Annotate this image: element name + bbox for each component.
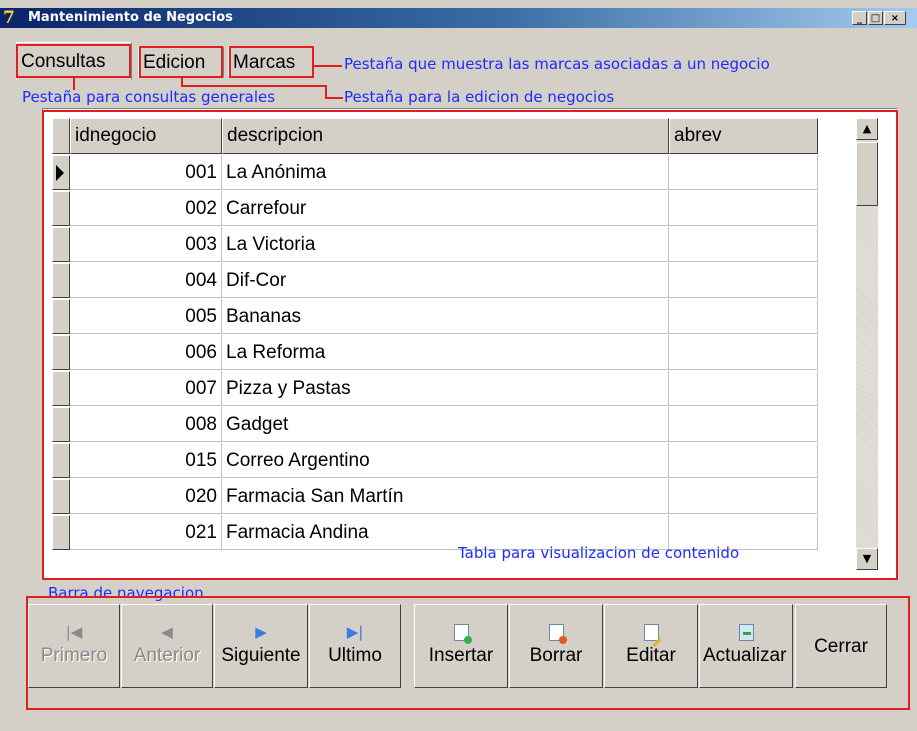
current-row-pointer-icon	[56, 165, 64, 181]
arrow-down-icon: ▼	[862, 552, 872, 565]
scroll-up-button[interactable]: ▲	[856, 118, 878, 140]
annotation-edicion: Pestaña para la edicion de negocios	[344, 88, 615, 106]
cell-idnegocio[interactable]: 008	[70, 407, 222, 442]
cell-abrev[interactable]	[669, 227, 818, 262]
column-header-descripcion[interactable]: descripcion	[222, 118, 669, 154]
arrow-up-icon: ▲	[862, 122, 872, 135]
table-row[interactable]: 001 La Anónima	[52, 155, 818, 191]
ultimo-button[interactable]: ▶| Ultimo	[309, 604, 401, 688]
table-row[interactable]: 008 Gadget	[52, 407, 818, 443]
previous-record-icon: ◀	[161, 623, 173, 641]
grid-corner	[52, 118, 70, 154]
cell-idnegocio[interactable]: 007	[70, 371, 222, 406]
table-row[interactable]: 006 La Reforma	[52, 335, 818, 371]
row-indicator[interactable]	[52, 515, 70, 550]
cell-abrev[interactable]	[669, 371, 818, 406]
primero-button[interactable]: |◀ Primero	[28, 604, 120, 688]
table-row[interactable]: 004 Dif-Cor	[52, 263, 818, 299]
insertar-button[interactable]: Insertar	[414, 604, 508, 688]
row-indicator[interactable]	[52, 335, 70, 370]
column-header-abrev[interactable]: abrev	[669, 118, 818, 154]
cell-idnegocio[interactable]: 006	[70, 335, 222, 370]
first-record-icon: |◀	[65, 623, 83, 641]
tab-marcas[interactable]: Marcas	[228, 46, 314, 78]
siguiente-button[interactable]: ▶ Siguiente	[214, 604, 308, 688]
minimize-button[interactable]: _	[852, 11, 867, 25]
next-record-icon: ▶	[255, 623, 267, 641]
refresh-icon	[700, 621, 792, 643]
cell-abrev[interactable]	[669, 407, 818, 442]
row-indicator[interactable]	[52, 407, 70, 442]
table-row[interactable]: 002 Carrefour	[52, 191, 818, 227]
cell-idnegocio[interactable]: 020	[70, 479, 222, 514]
cerrar-button[interactable]: Cerrar	[795, 604, 887, 688]
annotation-marcas: Pestaña que muestra las marcas asociadas…	[344, 55, 770, 73]
cell-idnegocio[interactable]: 015	[70, 443, 222, 478]
cell-idnegocio[interactable]: 005	[70, 299, 222, 334]
window-title: Mantenimiento de Negocios	[28, 10, 233, 25]
table-row[interactable]: 007 Pizza y Pastas	[52, 371, 818, 407]
annotation-consultas: Pestaña para consultas generales	[22, 88, 276, 106]
cell-descripcion[interactable]: Gadget	[222, 407, 669, 442]
maximize-button[interactable]: □	[868, 11, 883, 25]
cell-descripcion[interactable]: La Victoria	[222, 227, 669, 262]
cell-descripcion[interactable]: Carrefour	[222, 191, 669, 226]
row-indicator[interactable]	[52, 299, 70, 334]
cell-idnegocio[interactable]: 002	[70, 191, 222, 226]
edit-icon	[605, 621, 697, 648]
cell-abrev[interactable]	[669, 155, 818, 190]
row-indicator[interactable]	[52, 479, 70, 514]
delete-icon	[510, 621, 602, 644]
column-header-idnegocio[interactable]: idnegocio	[70, 118, 222, 154]
cell-idnegocio[interactable]: 001	[70, 155, 222, 190]
anterior-button[interactable]: ◀ Anterior	[121, 604, 213, 688]
cell-descripcion[interactable]: Bananas	[222, 299, 669, 334]
app-icon: 7	[3, 8, 15, 28]
annotation-tabla: Tabla para visualizacion de contenido	[458, 544, 740, 562]
cell-abrev[interactable]	[669, 335, 818, 370]
cell-descripcion[interactable]: Farmacia San Martín	[222, 479, 669, 514]
table-row[interactable]: 015 Correo Argentino	[52, 443, 818, 479]
tab-edicion[interactable]: Edicion	[138, 46, 224, 78]
cell-abrev[interactable]	[669, 191, 818, 226]
scroll-down-button[interactable]: ▼	[856, 548, 878, 570]
insert-icon	[415, 621, 507, 644]
row-indicator[interactable]	[52, 191, 70, 226]
cell-idnegocio[interactable]: 003	[70, 227, 222, 262]
table-row[interactable]: 003 La Victoria	[52, 227, 818, 263]
cell-abrev[interactable]	[669, 263, 818, 298]
borrar-button[interactable]: Borrar	[509, 604, 603, 688]
last-record-icon: ▶|	[346, 623, 364, 641]
actualizar-button[interactable]: Actualizar	[699, 604, 793, 688]
title-bar: 7 Mantenimiento de Negocios _ □ ×	[0, 0, 917, 35]
cell-abrev[interactable]	[669, 299, 818, 334]
cell-descripcion[interactable]: Pizza y Pastas	[222, 371, 669, 406]
row-indicator[interactable]	[52, 263, 70, 298]
cell-descripcion[interactable]: La Reforma	[222, 335, 669, 370]
cell-descripcion[interactable]: Dif-Cor	[222, 263, 669, 298]
close-window-button[interactable]: ×	[884, 11, 906, 25]
row-indicator[interactable]	[52, 371, 70, 406]
scroll-thumb[interactable]	[856, 142, 878, 206]
table-row[interactable]: 020 Farmacia San Martín	[52, 479, 818, 515]
editar-button[interactable]: Editar	[604, 604, 698, 688]
cell-idnegocio[interactable]: 021	[70, 515, 222, 550]
row-indicator[interactable]	[52, 155, 70, 190]
annotation-barra: Barra de navegacion	[48, 584, 204, 602]
cell-descripcion[interactable]: Correo Argentino	[222, 443, 669, 478]
row-indicator[interactable]	[52, 227, 70, 262]
tab-consultas[interactable]: Consultas	[16, 42, 132, 80]
cell-descripcion[interactable]: La Anónima	[222, 155, 669, 190]
cell-abrev[interactable]	[669, 479, 818, 514]
cell-abrev[interactable]	[669, 443, 818, 478]
row-indicator[interactable]	[52, 443, 70, 478]
vertical-scrollbar[interactable]: ▲ ▼	[856, 118, 878, 570]
cell-idnegocio[interactable]: 004	[70, 263, 222, 298]
table-row[interactable]: 005 Bananas	[52, 299, 818, 335]
